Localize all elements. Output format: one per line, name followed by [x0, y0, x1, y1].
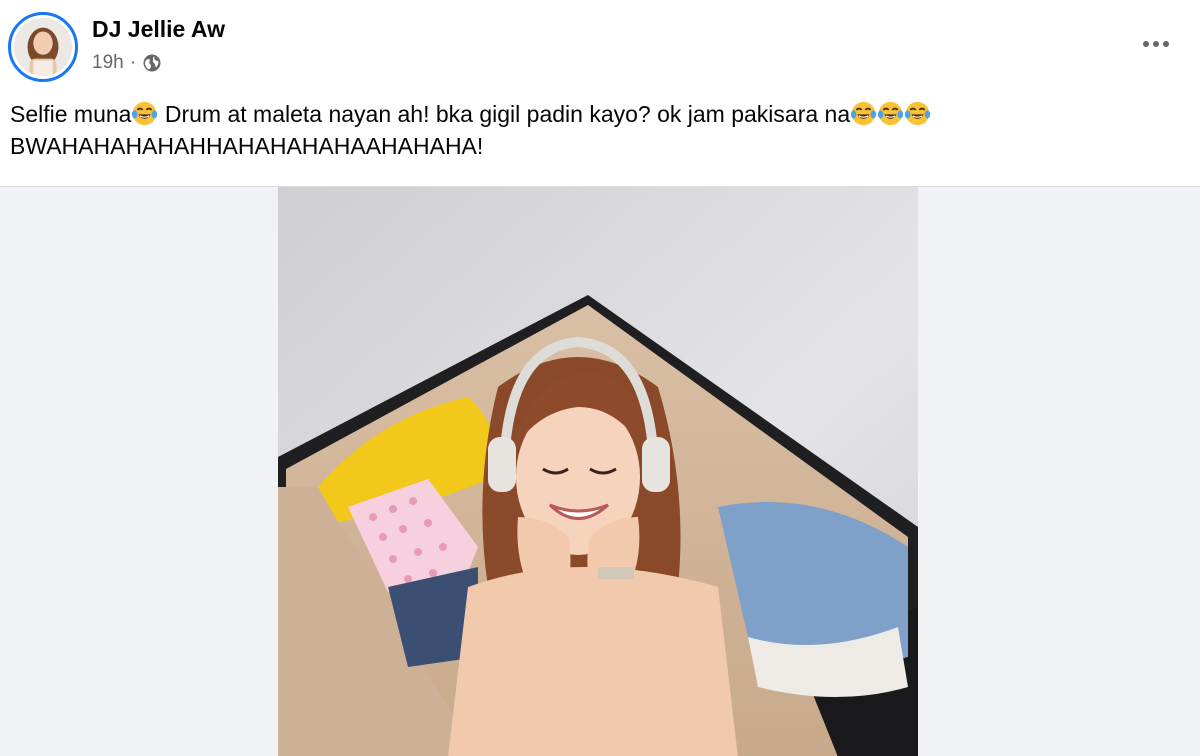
post-caption: Selfie muna Drum at maleta nayan ah! bka…: [10, 98, 1190, 162]
author-name[interactable]: DJ Jellie Aw: [92, 16, 225, 43]
face-with-tears-of-joy-icon: [905, 101, 931, 126]
caption-text-2: Drum at maleta nayan ah! bka gigil padin…: [158, 101, 851, 127]
face-with-tears-of-joy-icon: [851, 101, 877, 126]
post-photo[interactable]: [278, 187, 918, 756]
facebook-post: DJ Jellie Aw 19h · Selfie muna Drum at m…: [0, 0, 1200, 756]
face-with-tears-of-joy-icon: [132, 101, 158, 126]
globe-icon[interactable]: [142, 53, 162, 73]
more-options-icon: [1143, 41, 1169, 47]
face-with-tears-of-joy-icon: [878, 101, 904, 126]
post-header: DJ Jellie Aw 19h ·: [0, 0, 1200, 92]
post-meta: 19h ·: [92, 52, 162, 74]
more-options-button[interactable]: [1134, 26, 1178, 62]
caption-text-1: Selfie muna: [10, 101, 132, 127]
avatar-image: [14, 18, 72, 76]
post-timestamp[interactable]: 19h: [92, 52, 124, 74]
meta-separator: ·: [129, 52, 137, 73]
avatar-photo-icon: [14, 18, 72, 76]
caption-text-3: BWAHAHAHAHAHHAHAHAHAHAAHAHAHA!: [10, 133, 484, 159]
photo-woman-in-suitcase: [278, 187, 918, 756]
profile-avatar[interactable]: [8, 12, 78, 82]
post-media: [0, 186, 1200, 756]
